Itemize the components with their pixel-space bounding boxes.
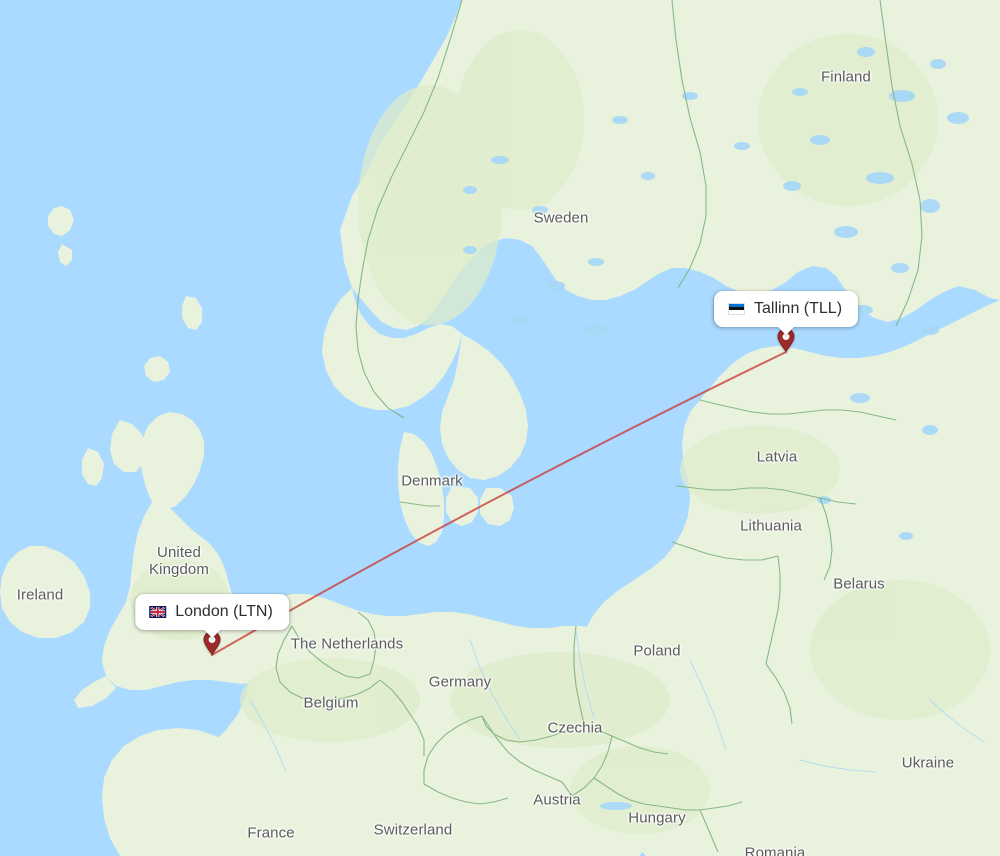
callout-tail — [203, 629, 221, 638]
ee-flag-icon — [727, 302, 745, 315]
flight-route-map[interactable]: Finland Sweden Denmark Latvia Lithuania Belar… — [0, 0, 1000, 856]
map-canvas — [0, 0, 1000, 856]
airport-callout-label: London (LTN) — [175, 603, 273, 620]
callout-tail — [777, 326, 795, 335]
gb-flag-icon — [149, 605, 167, 618]
union-jack-svg — [150, 606, 166, 617]
airport-callout-tallinn-tll[interactable]: Tallinn (TLL) — [713, 291, 859, 335]
airport-callout-london-ltn[interactable]: London (LTN) — [135, 594, 289, 638]
airport-callout-label: Tallinn (TLL) — [753, 300, 843, 317]
